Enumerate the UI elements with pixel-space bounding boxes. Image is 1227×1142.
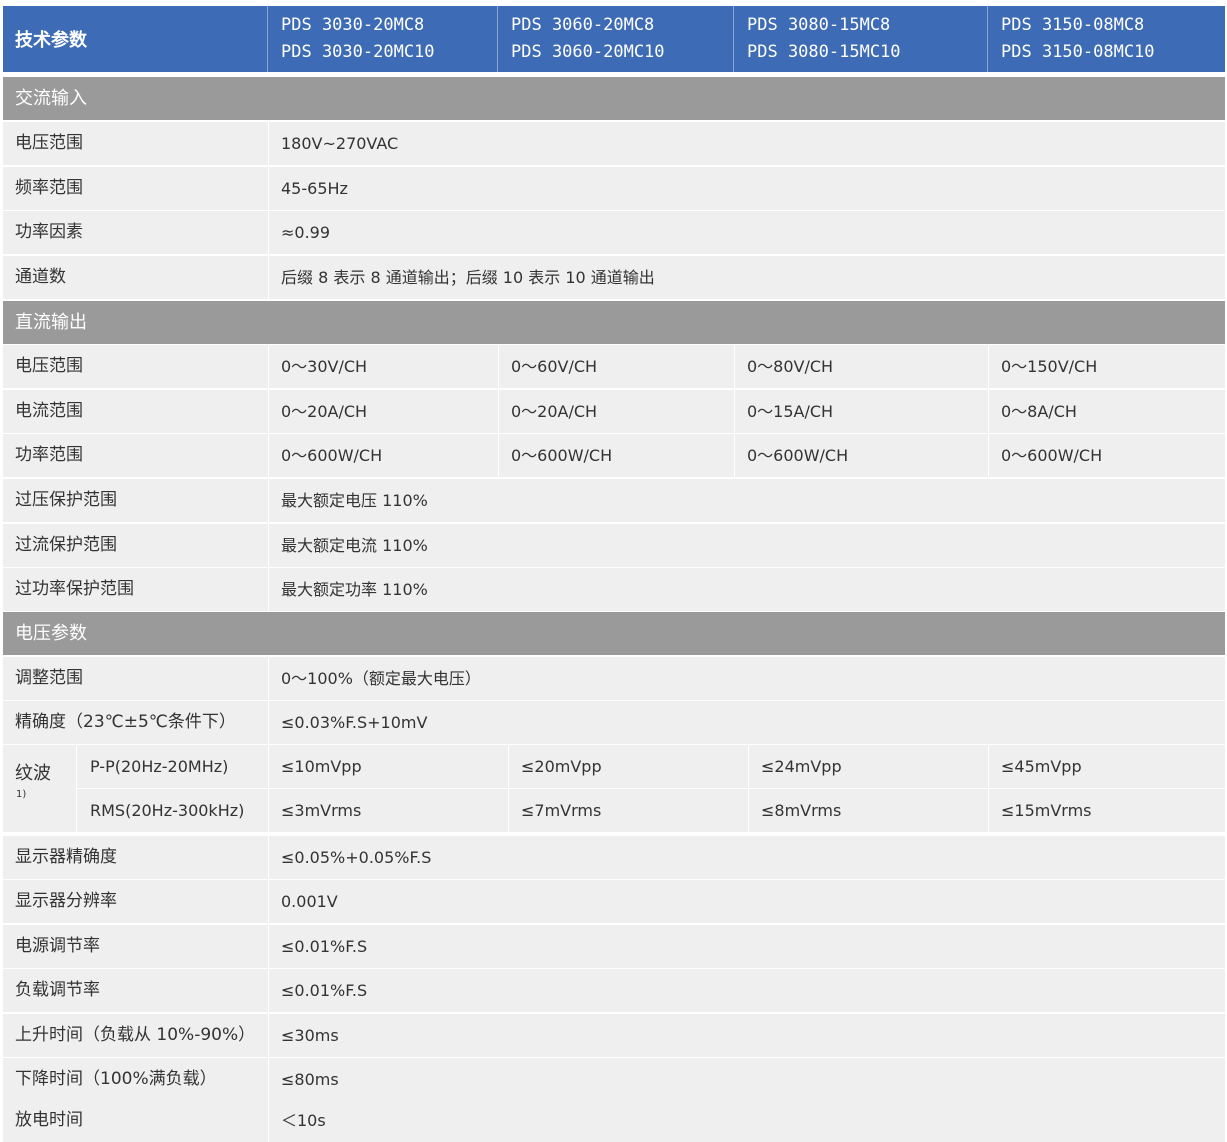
- row-label: 电流范围: [15, 401, 83, 421]
- table-row: 精确度（23℃±5℃条件下） ≤0.03%F.S+10mV: [3, 701, 1225, 744]
- row-value: ≤3mVrms: [281, 801, 362, 820]
- row-value: 0～150V/CH: [1001, 357, 1098, 376]
- row-value: ≤10mVpp: [281, 757, 362, 776]
- row-value: 最大额定功率 110%: [281, 580, 428, 599]
- ripple-rms-label: RMS(20Hz-300kHz): [90, 801, 245, 820]
- table-row: 放电时间 ＜10s: [3, 1099, 1225, 1142]
- model-header-3: PDS 3080-15MC8 PDS 3080-15MC10: [734, 6, 988, 72]
- row-label: 电源调节率: [15, 936, 100, 956]
- model-name: PDS 3150-08MC8: [1001, 15, 1145, 35]
- row-label: 负载调节率: [15, 980, 100, 1000]
- row-value: 45-65Hz: [281, 179, 348, 198]
- table-row: 电流范围 0～20A/CH 0～20A/CH 0～15A/CH 0～8A/CH: [3, 390, 1225, 433]
- row-label: 通道数: [15, 267, 66, 287]
- table-row: 频率范围 45-65Hz: [3, 167, 1225, 210]
- row-value: 0～600W/CH: [281, 446, 383, 465]
- ripple-label: 纹波: [15, 763, 51, 784]
- table-row: 电源调节率 ≤0.01%F.S: [3, 925, 1225, 968]
- row-value: ≤24mVpp: [761, 757, 842, 776]
- row-value: ≤7mVrms: [521, 801, 602, 820]
- model-header-2: PDS 3060-20MC8 PDS 3060-20MC10: [498, 6, 734, 72]
- section-dc-output: 直流输出: [3, 301, 1225, 344]
- row-value: 0～30V/CH: [281, 357, 368, 376]
- section-voltage-params: 电压参数: [3, 612, 1225, 655]
- row-value: 0～20A/CH: [511, 402, 598, 421]
- row-label: 过功率保护范围: [15, 579, 134, 599]
- model-header-4: PDS 3150-08MC8 PDS 3150-08MC10: [988, 6, 1225, 72]
- model-name: PDS 3080-15MC8: [747, 15, 891, 35]
- row-value: 0～600W/CH: [747, 446, 849, 465]
- table-row: 下降时间（100%满负载） ≤80ms: [3, 1058, 1225, 1101]
- row-label: 放电时间: [15, 1110, 83, 1130]
- row-value: ≤0.01%F.S: [281, 981, 368, 1000]
- row-value: ＜10s: [281, 1111, 326, 1130]
- table-row: 电压范围 180V~270VAC: [3, 122, 1225, 165]
- row-label: 过流保护范围: [15, 535, 117, 555]
- row-value: 0～15A/CH: [747, 402, 834, 421]
- row-value: 0.001V: [281, 892, 338, 911]
- row-label: 显示器精确度: [15, 847, 117, 867]
- footnote-marker: 1): [16, 789, 27, 800]
- row-value: ≤45mVpp: [1001, 757, 1082, 776]
- model-name: PDS 3080-15MC10: [747, 42, 901, 62]
- row-label: 功率因素: [15, 222, 83, 242]
- row-value: 0～600W/CH: [1001, 446, 1103, 465]
- table-row: 显示器精确度 ≤0.05%+0.05%F.S: [3, 836, 1225, 879]
- row-value: ≤8mVrms: [761, 801, 842, 820]
- model-header-1: PDS 3030-20MC8 PDS 3030-20MC10: [268, 6, 498, 72]
- row-value: 后缀 8 表示 8 通道输出；后缀 10 表示 10 通道输出: [281, 268, 655, 287]
- row-label: 下降时间（100%满负载）: [15, 1069, 217, 1089]
- row-label: 功率范围: [15, 445, 83, 465]
- row-label: 过压保护范围: [15, 490, 117, 510]
- row-value: ≤20mVpp: [521, 757, 602, 776]
- model-name: PDS 3150-08MC10: [1001, 42, 1155, 62]
- table-row: 负载调节率 ≤0.01%F.S: [3, 969, 1225, 1012]
- table-header: 技术参数 PDS 3030-20MC8 PDS 3030-20MC10 PDS …: [3, 6, 1225, 72]
- table-row: 功率范围 0～600W/CH 0～600W/CH 0～600W/CH 0～600…: [3, 434, 1225, 477]
- row-value: 0～100%（额定最大电压）: [281, 669, 481, 688]
- table-row: 过压保护范围 最大额定电压 110%: [3, 479, 1225, 522]
- row-value: ≤80ms: [281, 1070, 339, 1089]
- row-label: 电压范围: [15, 133, 83, 153]
- row-label: 调整范围: [15, 668, 83, 688]
- row-value: ≤0.05%+0.05%F.S: [281, 848, 432, 867]
- table-row: 电压范围 0～30V/CH 0～60V/CH 0～80V/CH 0～150V/C…: [3, 345, 1225, 388]
- row-label: 电压范围: [15, 356, 83, 376]
- row-value: 0～600W/CH: [511, 446, 613, 465]
- table-row: 过流保护范围 最大额定电流 110%: [3, 524, 1225, 567]
- model-name: PDS 3060-20MC10: [511, 42, 665, 62]
- row-label: 显示器分辨率: [15, 891, 117, 911]
- table-row: 调整范围 0～100%（额定最大电压）: [3, 657, 1225, 700]
- row-value: 0～80V/CH: [747, 357, 834, 376]
- ripple-pp-label: P-P(20Hz-20MHz): [90, 757, 229, 776]
- model-name: PDS 3030-20MC8: [281, 15, 425, 35]
- model-name: PDS 3060-20MC8: [511, 15, 655, 35]
- table-row: 功率因素 ≈0.99: [3, 211, 1225, 254]
- table-row: 显示器分辨率 0.001V: [3, 880, 1225, 923]
- row-label: 上升时间（负载从 10%-90%）: [15, 1025, 256, 1045]
- row-value: 180V~270VAC: [281, 134, 399, 153]
- row-value: ≤0.01%F.S: [281, 937, 368, 956]
- model-name: PDS 3030-20MC10: [281, 42, 435, 62]
- row-value: 最大额定电压 110%: [281, 491, 428, 510]
- row-value: ≤15mVrms: [1001, 801, 1092, 820]
- section-ac-input: 交流输入: [3, 77, 1225, 120]
- row-value: ≤30ms: [281, 1026, 339, 1045]
- row-value: 0～8A/CH: [1001, 402, 1077, 421]
- row-value: 0～60V/CH: [511, 357, 598, 376]
- row-value: 0～20A/CH: [281, 402, 368, 421]
- row-value: ≤0.03%F.S+10mV: [281, 713, 428, 732]
- row-label: 频率范围: [15, 178, 83, 198]
- row-value: 最大额定电流 110%: [281, 536, 428, 555]
- ripple-block: 纹波 1) P-P(20Hz-20MHz) ≤10mVpp ≤20mVpp ≤2…: [3, 745, 1225, 832]
- table-row: 通道数 后缀 8 表示 8 通道输出；后缀 10 表示 10 通道输出: [3, 256, 1225, 299]
- row-label: 精确度（23℃±5℃条件下）: [15, 712, 236, 732]
- param-header: 技术参数: [3, 6, 268, 72]
- spec-table: 技术参数 PDS 3030-20MC8 PDS 3030-20MC10 PDS …: [0, 0, 1227, 1142]
- row-value: ≈0.99: [281, 223, 331, 242]
- table-row: 上升时间（负载从 10%-90%） ≤30ms: [3, 1014, 1225, 1057]
- table-row: 过功率保护范围 最大额定功率 110%: [3, 568, 1225, 611]
